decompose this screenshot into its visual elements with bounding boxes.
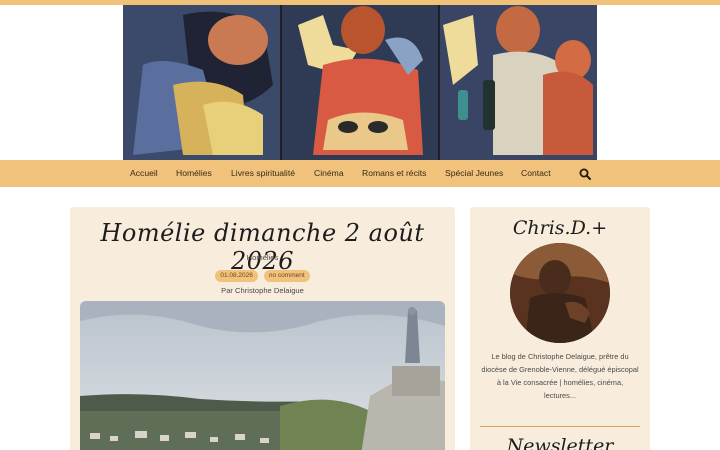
post-author: Par Christophe Delaigue	[221, 286, 304, 295]
nav-item-accueil[interactable]: Accueil	[130, 160, 158, 187]
nav-item-contact[interactable]: Contact	[521, 160, 551, 187]
newsletter-title: Newsletter	[506, 435, 614, 450]
main-nav: Accueil Homélies Livres spiritualité Cin…	[0, 160, 720, 187]
nav-item-special-jeunes[interactable]: Spécial Jeunes	[445, 160, 503, 187]
search-icon[interactable]	[579, 167, 591, 180]
sidebar-widget: Chris.D.+ Le blog de Christophe Delaigue…	[470, 207, 650, 450]
nav-item-homelies[interactable]: Homélies	[176, 160, 212, 187]
post-meta: 01.08.2026 no comment	[70, 270, 455, 282]
nav-item-romans-et-recits[interactable]: Romans et récits	[362, 160, 426, 187]
sidebar-title: Chris.D.+	[512, 217, 608, 239]
post-title[interactable]: Homélie dimanche 2 août 2026	[70, 219, 455, 275]
nav-item-cinema[interactable]: Cinéma	[314, 160, 344, 187]
post-card: Homélie dimanche 2 août 2026 Homélies 01…	[70, 207, 455, 450]
post-category[interactable]: Homélies	[70, 253, 455, 262]
post-comments-badge[interactable]: no comment	[263, 270, 310, 282]
post-featured-image[interactable]	[80, 301, 445, 450]
sidebar-divider	[480, 426, 640, 427]
post-date-badge[interactable]: 01.08.2026	[215, 270, 258, 282]
sidebar-description: Le blog de Christophe Delaigue, prêtre d…	[481, 352, 639, 400]
header-banner-image	[123, 5, 597, 160]
author-avatar	[510, 243, 610, 343]
nav-item-livres-spiritualite[interactable]: Livres spiritualité	[231, 160, 295, 187]
